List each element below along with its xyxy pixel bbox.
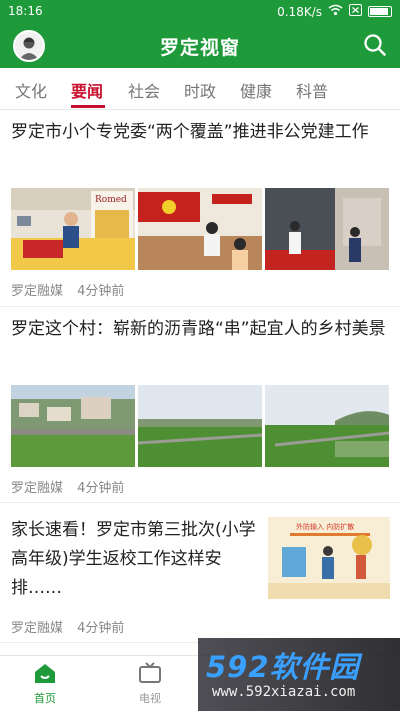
news-thumbnail[interactable] [138, 188, 262, 270]
watermark-overlay: 592软件园 www.592xiazai.com [198, 638, 400, 711]
nav-home-label: 首页 [34, 692, 56, 705]
tab-politics[interactable]: 时政 [184, 78, 216, 102]
network-speed: 0.18K/s [277, 4, 322, 19]
sim-icon [349, 4, 362, 19]
status-time: 18:16 [8, 4, 43, 18]
home-icon [33, 664, 57, 688]
news-meta: 罗定融媒 4分钟前 [11, 280, 124, 299]
news-title[interactable]: 罗定这个村：崭新的沥青路“串”起宜人的乡村美景 [11, 315, 389, 344]
tab-headlines[interactable]: 要闻 [71, 78, 103, 102]
watermark-url: www.592xiazai.com [212, 684, 356, 700]
wifi-icon [328, 4, 343, 19]
news-source: 罗定融媒 [11, 621, 64, 636]
status-bar: 18:16 0.18K/s [0, 0, 400, 22]
nav-tv-label: 电视 [139, 692, 161, 705]
poster-text: 外防输入 内防扩散 [296, 522, 354, 531]
news-meta: 罗定融媒 4分钟前 [11, 617, 124, 636]
news-thumbnail[interactable] [138, 385, 262, 467]
page-title: 罗定视窗 [159, 37, 240, 59]
tab-society[interactable]: 社会 [128, 78, 160, 102]
news-thumbnail[interactable]: Romed [11, 188, 135, 270]
app-header: 罗定视窗 [0, 22, 400, 68]
tab-science[interactable]: 科普 [296, 78, 328, 102]
search-icon[interactable] [362, 32, 388, 58]
category-tabs: 文化 要闻 社会 时政 健康 科普 [0, 68, 400, 110]
nav-home[interactable]: 首页 [15, 662, 75, 706]
news-thumbnail[interactable] [265, 188, 389, 270]
news-item[interactable]: 罗定这个村：崭新的沥青路“串”起宜人的乡村美景 罗定融媒 4分钟前 [0, 307, 400, 503]
news-meta: 罗定融媒 4分钟前 [11, 477, 124, 496]
news-time: 4分钟前 [77, 284, 125, 299]
tab-health[interactable]: 健康 [240, 78, 272, 102]
nav-tv[interactable]: 电视 [120, 662, 180, 706]
tv-icon [138, 662, 162, 688]
news-time: 4分钟前 [77, 481, 125, 496]
news-source: 罗定融媒 [11, 284, 64, 299]
news-title[interactable]: 家长速看！罗定市第三批次(小学高年级)学生返校工作这样安排…… [11, 516, 261, 603]
news-source: 罗定融媒 [11, 481, 64, 496]
watermark-brand: 592软件园 [206, 650, 360, 684]
news-time: 4分钟前 [77, 621, 125, 636]
news-thumbnail[interactable]: 外防输入 内防扩散 [268, 517, 390, 599]
battery-icon [368, 6, 392, 17]
news-item[interactable]: 罗定市小个专党委“两个覆盖”推进非公党建工作 Romed 罗定融媒 4分钟前 [0, 110, 400, 307]
active-tab-indicator [71, 105, 105, 108]
signboard-text: Romed [95, 195, 127, 205]
news-thumbnail[interactable] [11, 385, 135, 467]
tab-culture[interactable]: 文化 [15, 78, 47, 102]
news-item[interactable]: 家长速看！罗定市第三批次(小学高年级)学生返校工作这样安排…… 外防输入 内防扩… [0, 503, 400, 643]
news-thumbnail[interactable] [265, 385, 389, 467]
news-title[interactable]: 罗定市小个专党委“两个覆盖”推进非公党建工作 [11, 118, 389, 147]
